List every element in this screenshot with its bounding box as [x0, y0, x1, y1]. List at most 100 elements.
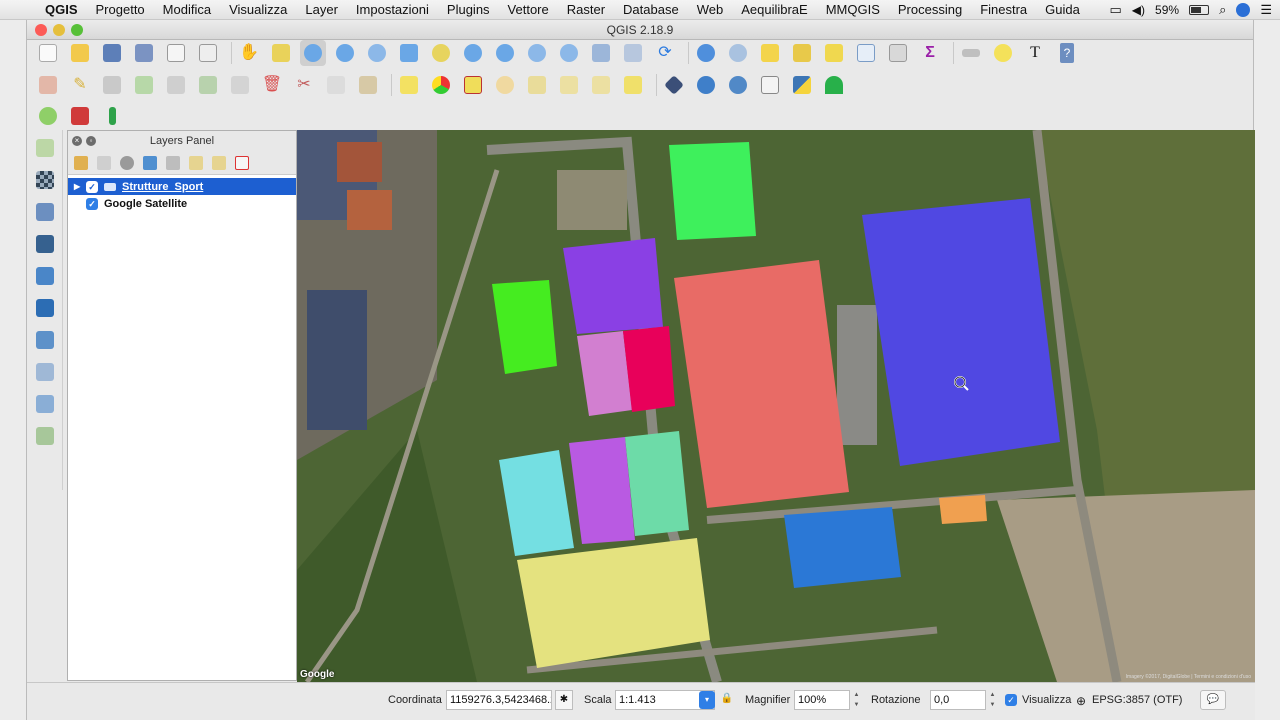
- statistics-button[interactable]: Σ: [917, 40, 943, 66]
- python-console-button[interactable]: [789, 72, 815, 98]
- render-checkbox[interactable]: ✓: [1005, 694, 1017, 706]
- show-hide-labels-button[interactable]: [524, 72, 550, 98]
- menu-finestra[interactable]: Finestra: [971, 2, 1036, 17]
- help-button[interactable]: ?: [1054, 40, 1080, 66]
- deselect-all-button[interactable]: [821, 40, 847, 66]
- add-wfs-layer-button[interactable]: [30, 326, 60, 354]
- rotate-label-button[interactable]: [588, 72, 614, 98]
- crs-status[interactable]: EPSG:3857 (OTF): [1092, 694, 1182, 706]
- layer-item-google-satellite[interactable]: ✓ Google Satellite: [68, 195, 296, 212]
- text-annotation-button[interactable]: T: [1022, 40, 1048, 66]
- add-wcs-layer-button[interactable]: [30, 294, 60, 322]
- move-feature-button[interactable]: [163, 72, 189, 98]
- new-print-composer-button[interactable]: [163, 40, 189, 66]
- layer-visibility-checkbox[interactable]: ✓: [86, 180, 98, 193]
- labeling-button[interactable]: [396, 72, 422, 98]
- menu-web[interactable]: Web: [688, 2, 733, 17]
- menu-vettore[interactable]: Vettore: [499, 2, 558, 17]
- menu-aequilibrae[interactable]: AequilibraE: [732, 2, 817, 17]
- zoom-to-layer-button[interactable]: [460, 40, 486, 66]
- panel-close-icon[interactable]: ×: [72, 136, 82, 146]
- style-layer-icon[interactable]: [74, 155, 88, 170]
- move-label-button[interactable]: [556, 72, 582, 98]
- select-features-button[interactable]: [757, 40, 783, 66]
- map-canvas[interactable]: Google Imagery ©2017, DigitalGlobe | Ter…: [297, 130, 1255, 682]
- filter-expression-icon[interactable]: [166, 155, 180, 170]
- remove-layer-icon[interactable]: [235, 155, 249, 170]
- zoom-last-button[interactable]: [524, 40, 550, 66]
- zoom-window-button[interactable]: [71, 24, 83, 36]
- node-tool-button[interactable]: [227, 72, 253, 98]
- pin-labels-button[interactable]: [460, 72, 486, 98]
- toggle-editing-button[interactable]: ✎: [67, 72, 93, 98]
- coordinate-field[interactable]: 1159276.3,5423468.2: [446, 690, 552, 710]
- magnifier-field[interactable]: 100%: [794, 690, 850, 710]
- annotation-button[interactable]: [990, 40, 1016, 66]
- add-raster-layer-button[interactable]: [30, 166, 60, 194]
- battery-icon[interactable]: [1189, 4, 1210, 15]
- select-by-expression-button[interactable]: [789, 40, 815, 66]
- close-window-button[interactable]: [35, 24, 47, 36]
- add-postgis-layer-button[interactable]: [30, 230, 60, 258]
- web-service-button[interactable]: [693, 72, 719, 98]
- layer-item-strutture-sport[interactable]: ▶ ✓ Strutture_Sport: [68, 178, 296, 195]
- identify-features-button[interactable]: [693, 40, 719, 66]
- zoom-in-button[interactable]: [300, 40, 326, 66]
- change-label-button[interactable]: [620, 72, 646, 98]
- menu-database[interactable]: Database: [614, 2, 688, 17]
- highlight-pinned-button[interactable]: [492, 72, 518, 98]
- menu-app-name[interactable]: QGIS: [36, 2, 87, 17]
- layer-diagram-button[interactable]: [428, 72, 454, 98]
- plugin-tool-button[interactable]: [661, 72, 687, 98]
- pan-to-selection-button[interactable]: [268, 40, 294, 66]
- panel-float-icon[interactable]: ◦: [86, 136, 96, 146]
- plugin-c-button[interactable]: [99, 103, 125, 129]
- save-project-button[interactable]: [99, 40, 125, 66]
- cut-features-button[interactable]: ✂: [291, 72, 317, 98]
- scale-dropdown-icon[interactable]: ▾: [699, 691, 715, 709]
- zoom-native-button[interactable]: [492, 40, 518, 66]
- siri-icon[interactable]: [1236, 2, 1251, 17]
- zoom-scale-button[interactable]: [364, 40, 390, 66]
- rotation-spinner[interactable]: ▲ ▼: [988, 690, 997, 710]
- plugin-b-button[interactable]: [67, 103, 93, 129]
- crs-globe-icon[interactable]: ⊕: [1076, 694, 1086, 708]
- sport-polygon-mint[interactable]: [625, 431, 689, 536]
- new-shapefile-button[interactable]: [30, 422, 60, 450]
- paste-features-button[interactable]: [355, 72, 381, 98]
- menu-plugins[interactable]: Plugins: [438, 2, 499, 17]
- add-virtual-layer-button[interactable]: [30, 390, 60, 418]
- zoom-full-button[interactable]: [396, 40, 422, 66]
- sport-polygon-purple[interactable]: [563, 238, 663, 334]
- volume-icon[interactable]: ◀): [1132, 3, 1145, 17]
- minimize-window-button[interactable]: [53, 24, 65, 36]
- profile-tool-button[interactable]: [821, 72, 847, 98]
- wms-button[interactable]: [725, 72, 751, 98]
- manage-visibility-icon[interactable]: [120, 155, 134, 170]
- messages-button[interactable]: 💬: [1200, 690, 1226, 710]
- menu-impostazioni[interactable]: Impostazioni: [347, 2, 438, 17]
- layer-visibility-checkbox[interactable]: ✓: [86, 197, 98, 210]
- save-edits-button[interactable]: [99, 72, 125, 98]
- magnifier-spinner[interactable]: ▲ ▼: [852, 690, 861, 710]
- expand-all-icon[interactable]: [189, 155, 203, 170]
- notification-center-icon[interactable]: ☰: [1260, 2, 1272, 18]
- open-project-button[interactable]: [67, 40, 93, 66]
- current-edits-button[interactable]: [35, 72, 61, 98]
- new-bookmark-button[interactable]: [588, 40, 614, 66]
- show-bookmarks-button[interactable]: [620, 40, 646, 66]
- add-spatialite-layer-button[interactable]: [30, 198, 60, 226]
- sport-polygon-crimson[interactable]: [623, 326, 675, 412]
- add-wms-layer-button[interactable]: [30, 262, 60, 290]
- composer-manager-button[interactable]: [195, 40, 221, 66]
- zoom-out-button[interactable]: [332, 40, 358, 66]
- zoom-to-selection-button[interactable]: [428, 40, 454, 66]
- sport-polygon-azure[interactable]: [784, 507, 901, 588]
- expand-arrow-icon[interactable]: ▶: [74, 182, 86, 191]
- add-feature-button[interactable]: [131, 72, 157, 98]
- imagery-credit[interactable]: Imagery ©2017, DigitalGlobe | Termini e …: [1126, 674, 1251, 680]
- delete-selected-button[interactable]: 🗑: [259, 72, 285, 98]
- add-ring-button[interactable]: [195, 72, 221, 98]
- menu-raster[interactable]: Raster: [558, 2, 614, 17]
- refresh-button[interactable]: ⟳: [652, 40, 678, 66]
